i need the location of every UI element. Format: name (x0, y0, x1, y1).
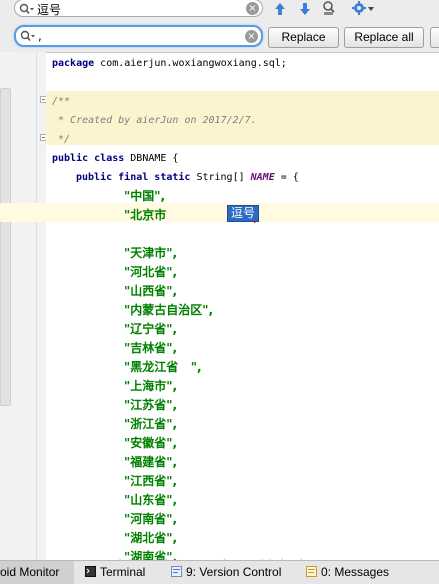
version-control-icon (171, 566, 182, 577)
field-assign: = { (274, 172, 299, 183)
package-line: package com.aierjun.woxiangwoxiang.sql; (52, 54, 287, 73)
class-name: DBNAME { (124, 153, 179, 164)
static-keyword: static (154, 172, 191, 183)
class-declaration: public class DBNAME { (52, 149, 178, 168)
replace-all-button[interactable]: Replace all (344, 27, 424, 48)
final-keyword: final (118, 172, 149, 183)
public-keyword: public (52, 153, 89, 164)
comment-close: */ (52, 134, 71, 145)
find-replace-bar: 逗号 × , × Replace Replace all (0, 0, 439, 53)
class-keyword: class (94, 153, 125, 164)
tab-terminal[interactable]: Terminal (85, 561, 145, 584)
clear-find-icon[interactable]: × (246, 2, 259, 15)
string-literal: "北京市 (124, 208, 167, 222)
left-scrollbar[interactable] (0, 88, 11, 406)
string-literal: "湖北省", (124, 531, 178, 545)
gutter-divider (36, 52, 37, 560)
string-literal: "山东省", (124, 493, 178, 507)
string-literal: "河北省", (124, 265, 178, 279)
string-literal: "天津市", (124, 246, 178, 260)
string-literal: "内蒙古自治区", (124, 303, 214, 317)
string-literal: "吉林省", (124, 341, 178, 355)
settings-gear-icon[interactable] (351, 0, 367, 16)
previous-occurrence-icon[interactable] (272, 1, 288, 17)
find-all-occurrences-icon[interactable] (321, 0, 337, 16)
string-literal: "福建省", (124, 455, 178, 469)
replace-history-icon[interactable] (20, 30, 36, 43)
terminal-icon (85, 566, 96, 577)
string-literal: "江西省", (124, 474, 178, 488)
search-history-icon[interactable] (19, 3, 35, 16)
string-literal: "浙江省", (124, 417, 178, 431)
string-literal: "黑龙江省 ", (124, 360, 202, 374)
replace-input[interactable]: , × (14, 25, 263, 47)
string-literal: "山西省", (124, 284, 178, 298)
replace-button[interactable]: Replace (268, 27, 339, 48)
field-name: NAME (250, 172, 275, 183)
code-editor[interactable]: package com.aierjun.woxiangwoxiang.sql; … (46, 52, 439, 564)
error-squiggle: ⌄ (251, 216, 259, 226)
string-literal: "安徽省", (124, 436, 178, 450)
find-input-text: 逗号 (37, 3, 62, 17)
comment-body: * Created by aierJun on 2017/2/7. (52, 115, 257, 126)
exclude-button[interactable] (430, 27, 439, 48)
clear-replace-icon[interactable]: × (245, 30, 258, 43)
public-keyword: public (76, 172, 113, 183)
string-literal: "上海市", (124, 379, 178, 393)
tab-label: Terminal (100, 565, 146, 579)
package-name: com.aierjun.woxiangwoxiang.sql; (94, 58, 287, 69)
string-literal: "河南省", (124, 512, 178, 526)
string-literal: "中国", (124, 189, 166, 203)
tab-label: 0: Messages (321, 565, 390, 579)
tab-messages[interactable]: 0: Messages (306, 561, 389, 584)
comment-open: /** (52, 96, 71, 107)
find-input[interactable]: 逗号 × (14, 0, 263, 17)
tab-android-monitor[interactable]: oid Monitor (0, 561, 74, 584)
tab-version-control[interactable]: 9: Version Control (171, 561, 281, 584)
next-occurrence-icon[interactable] (297, 1, 313, 17)
tab-label: 9: Version Control (186, 565, 282, 579)
settings-dropdown-icon[interactable] (368, 7, 374, 11)
field-type: String[] (190, 172, 251, 183)
field-declaration: public final static String[] NAME = { (76, 168, 299, 187)
package-keyword: package (52, 58, 95, 69)
tab-label: oid Monitor (0, 565, 60, 579)
replace-input-text: , (38, 29, 42, 43)
messages-icon (306, 566, 317, 577)
string-literal: "辽宁省", (124, 322, 178, 336)
tool-window-bar: oid Monitor Terminal 9: Version Control … (0, 560, 439, 584)
string-literal: "江苏省", (124, 398, 178, 412)
